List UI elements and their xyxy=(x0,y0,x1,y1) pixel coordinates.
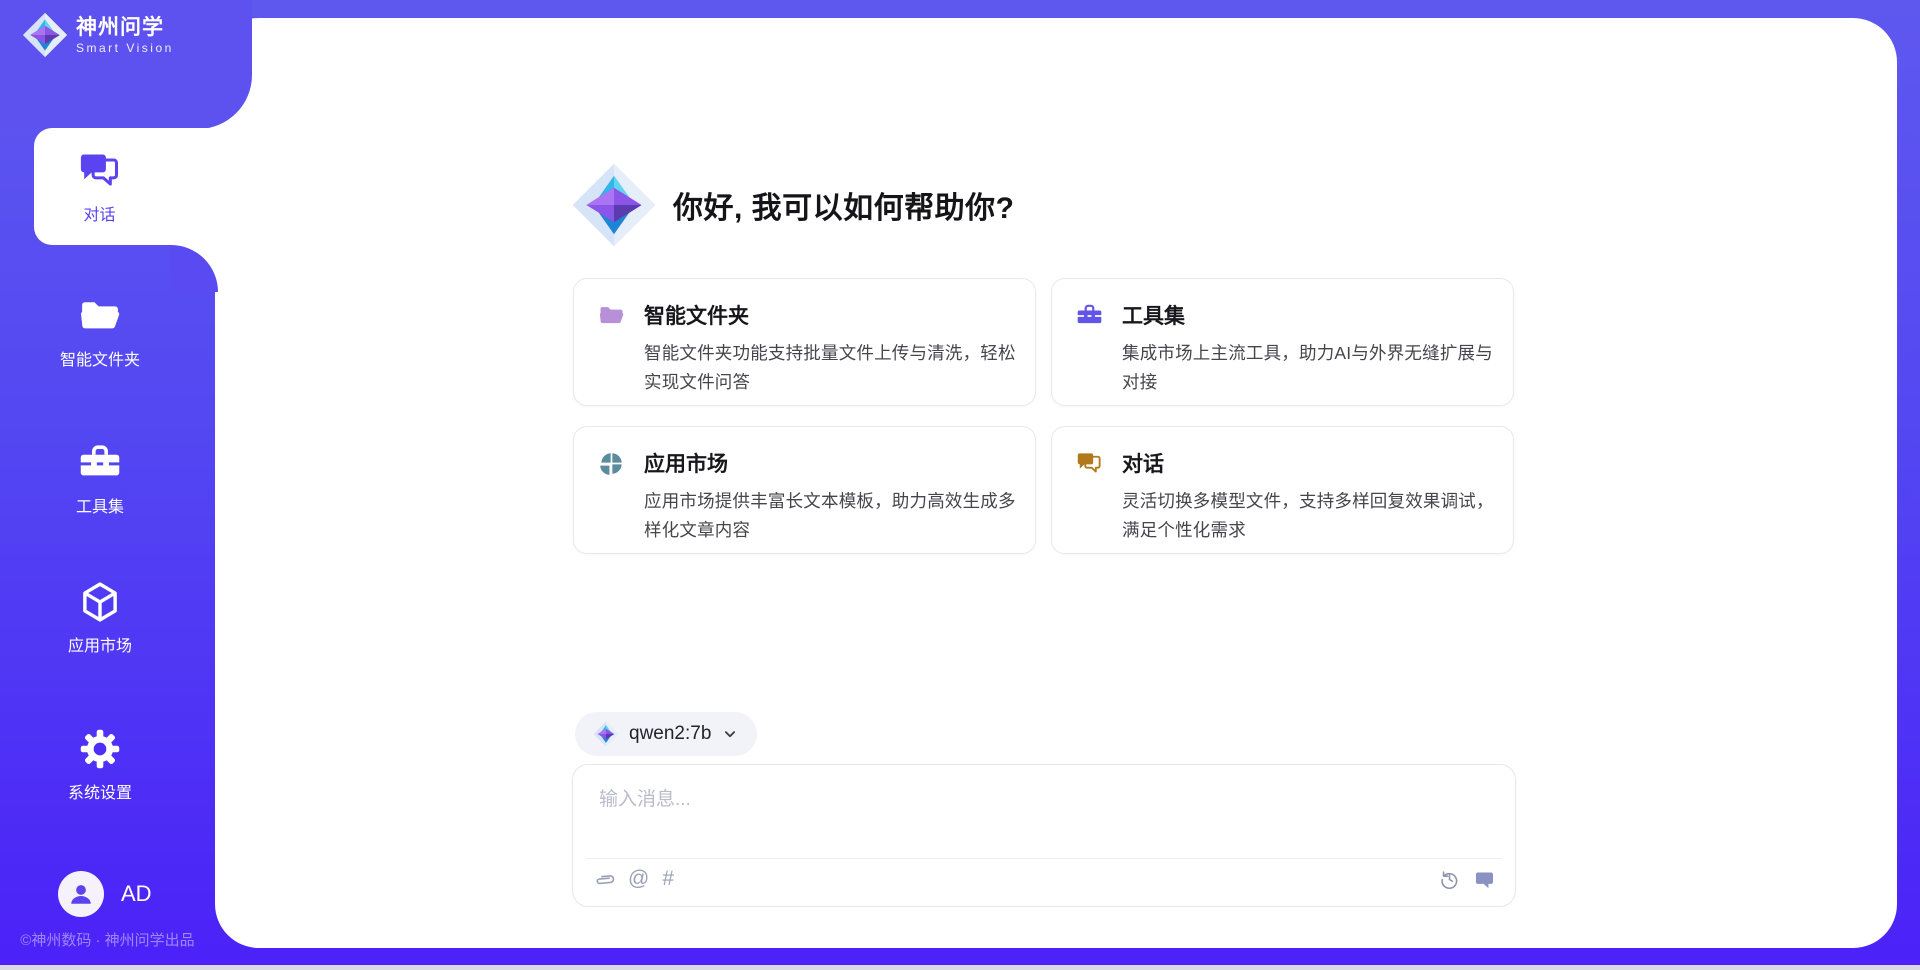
history-icon[interactable] xyxy=(1439,869,1460,890)
sidebar-item-label: 对话 xyxy=(83,201,115,225)
content-panel: 你好, 我可以如何帮助你? 智能文件夹 智能文件夹功能支持批量文件上传与清洗，轻… xyxy=(215,18,1897,948)
sidebar-item-smart-folder[interactable]: 智能文件夹 xyxy=(0,294,200,370)
sidebar-item-settings[interactable]: 系统设置 xyxy=(0,727,200,803)
grid-market-icon xyxy=(598,450,625,477)
sidebar-item-label: 系统设置 xyxy=(68,779,132,803)
chat-icon xyxy=(1076,450,1103,477)
mention-icon[interactable]: @ xyxy=(628,868,649,890)
chat-icon xyxy=(78,149,122,193)
card-description: 智能文件夹功能支持批量文件上传与清洗，轻松实现文件问答 xyxy=(644,339,1020,397)
user-label: AD xyxy=(121,881,152,907)
feature-cards: 智能文件夹 智能文件夹功能支持批量文件上传与清洗，轻松实现文件问答 工具集 集成… xyxy=(573,278,1514,554)
hash-icon[interactable]: # xyxy=(662,868,674,890)
bottom-edge-line xyxy=(0,965,1920,970)
brand-text: 神州问学 Smart Vision xyxy=(76,12,174,56)
sidebar-item-label: 智能文件夹 xyxy=(60,346,140,370)
sidebar-item-app-market[interactable]: 应用市场 xyxy=(0,580,200,656)
brand-logo-icon xyxy=(22,12,68,58)
user-profile[interactable]: AD xyxy=(58,871,152,917)
sidebar-item-toolset[interactable]: 工具集 xyxy=(0,441,200,517)
composer-divider xyxy=(587,858,1501,859)
app-window: 你好, 我可以如何帮助你? 智能文件夹 智能文件夹功能支持批量文件上传与清洗，轻… xyxy=(0,0,1920,970)
sidebar-item-chat[interactable]: 对话 xyxy=(34,128,217,245)
sidebar-footer-text: ©神州数码 · 神州问学出品 xyxy=(0,929,215,950)
card-description: 应用市场提供丰富长文本模板，助力高效生成多样化文章内容 xyxy=(644,487,1020,545)
sidebar-item-label: 工具集 xyxy=(76,493,124,517)
feature-card-app-market[interactable]: 应用市场 应用市场提供丰富长文本模板，助力高效生成多样化文章内容 xyxy=(573,426,1036,554)
brand-block: 神州问学 Smart Vision xyxy=(0,0,252,129)
greeting-block: 你好, 我可以如何帮助你? xyxy=(571,162,1015,248)
composer-tools-right xyxy=(1439,869,1495,890)
comment-icon[interactable] xyxy=(1474,869,1495,890)
card-description: 集成市场上主流工具，助力AI与外界无缝扩展与对接 xyxy=(1122,339,1498,397)
cube-icon xyxy=(78,580,122,624)
greeting-text: 你好, 我可以如何帮助你? xyxy=(673,183,1015,227)
card-title: 工具集 xyxy=(1122,300,1185,330)
sidebar-item-label: 应用市场 xyxy=(68,632,132,656)
gear-icon xyxy=(78,727,122,771)
person-icon xyxy=(68,881,94,907)
card-description: 灵活切换多模型文件，支持多样回复效果调试，满足个性化需求 xyxy=(1122,487,1498,545)
model-selector[interactable]: qwen2:7b xyxy=(575,712,757,756)
brand-tagline: Smart Vision xyxy=(76,40,174,56)
message-composer: @ # xyxy=(572,764,1516,907)
toolbox-icon xyxy=(78,441,122,485)
card-header: 对话 xyxy=(1076,448,1491,478)
folder-icon xyxy=(78,294,122,338)
card-title: 对话 xyxy=(1122,448,1164,478)
chevron-down-icon xyxy=(721,725,739,743)
card-header: 工具集 xyxy=(1076,300,1491,330)
app-logo-icon xyxy=(571,162,657,248)
model-logo-icon xyxy=(593,721,619,747)
message-input[interactable] xyxy=(597,783,1457,817)
feature-card-chat[interactable]: 对话 灵活切换多模型文件，支持多样回复效果调试，满足个性化需求 xyxy=(1051,426,1514,554)
avatar xyxy=(58,871,104,917)
card-header: 应用市场 xyxy=(598,448,1013,478)
paperclip-icon[interactable] xyxy=(593,868,615,890)
composer-tools-left: @ # xyxy=(593,868,674,890)
toolbox-icon xyxy=(1076,302,1103,329)
feature-card-toolset[interactable]: 工具集 集成市场上主流工具，助力AI与外界无缝扩展与对接 xyxy=(1051,278,1514,406)
card-header: 智能文件夹 xyxy=(598,300,1013,330)
model-name: qwen2:7b xyxy=(629,723,711,745)
card-title: 应用市场 xyxy=(644,448,728,478)
brand-name: 神州问学 xyxy=(76,16,174,40)
card-title: 智能文件夹 xyxy=(644,300,749,330)
folder-icon xyxy=(598,302,625,329)
send-icon[interactable] xyxy=(1465,799,1495,829)
feature-card-smart-folder[interactable]: 智能文件夹 智能文件夹功能支持批量文件上传与清洗，轻松实现文件问答 xyxy=(573,278,1036,406)
